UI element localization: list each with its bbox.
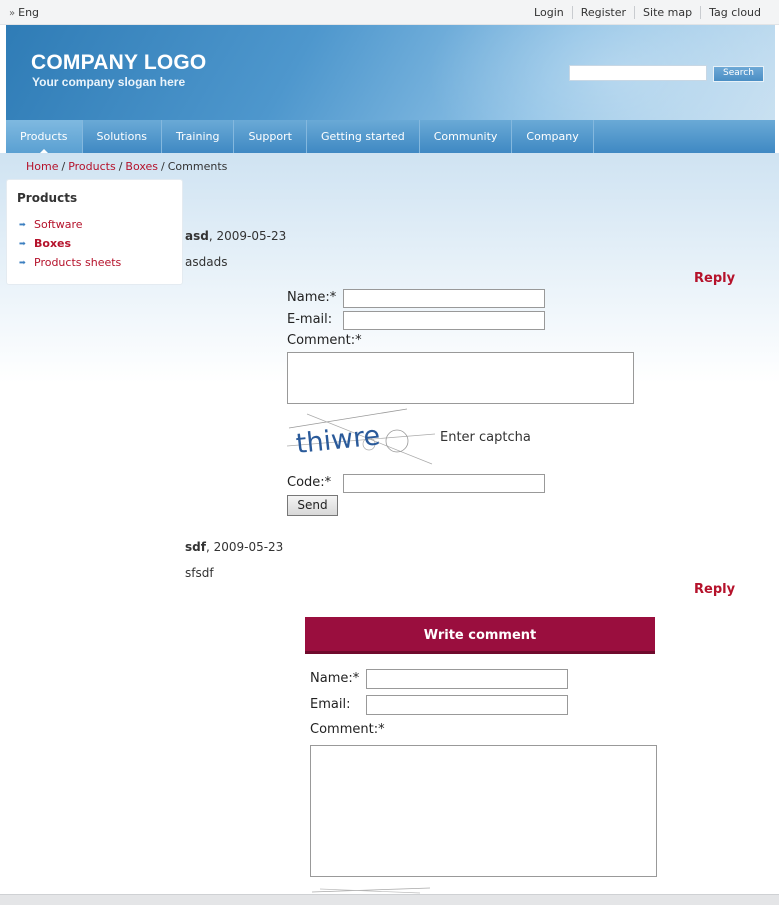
write-name-label: Name:* — [310, 671, 360, 686]
captcha-image-partial — [311, 887, 431, 894]
search-input[interactable] — [569, 65, 707, 81]
sidebar-link-products-sheets[interactable]: Products sheets — [34, 256, 121, 269]
language-selector[interactable]: » Eng — [9, 6, 39, 19]
sidebar-item-products-sheets: ➡ Products sheets — [19, 253, 121, 272]
write-name-field[interactable] — [366, 669, 568, 689]
comment-author: asd — [185, 229, 209, 243]
comment-date: , 2009-05-23 — [205, 540, 284, 554]
breadcrumb-separator: / — [161, 160, 165, 173]
reply-comment-textarea[interactable] — [287, 352, 634, 404]
bullet-arrow-icon: ➡ — [19, 220, 26, 229]
nav-item-solutions[interactable]: Solutions — [83, 120, 163, 153]
captcha-code-field[interactable] — [343, 474, 545, 493]
reply-email-field[interactable] — [343, 311, 545, 330]
reply-link[interactable]: Reply — [694, 271, 735, 286]
captcha-code-label: Code:* — [287, 475, 332, 490]
comment-header: sdf, 2009-05-23 — [185, 540, 283, 554]
sidebar-link-software[interactable]: Software — [34, 218, 83, 231]
write-email-label: Email: — [310, 697, 351, 712]
sidebar-link-boxes[interactable]: Boxes — [34, 237, 71, 250]
sidebar-item-software: ➡ Software — [19, 215, 121, 234]
comment-text: sfsdf — [185, 566, 214, 580]
breadcrumb-separator: / — [61, 160, 66, 173]
nav-item-training[interactable]: Training — [162, 120, 235, 153]
breadcrumb-boxes[interactable]: Boxes — [125, 160, 158, 173]
search-button[interactable]: Search — [713, 66, 764, 82]
write-comment-header: Write comment — [305, 617, 655, 654]
sidebar: Products ➡ Software ➡ Boxes ➡ Products s… — [6, 179, 183, 285]
top-bar: » Eng Login Register Site map Tag cloud — [0, 0, 779, 25]
captcha-prompt: Enter captcha — [440, 430, 531, 445]
comment-header: asd, 2009-05-23 — [185, 229, 286, 243]
sidebar-list: ➡ Software ➡ Boxes ➡ Products sheets — [19, 215, 121, 272]
nav-item-products[interactable]: Products — [6, 120, 83, 153]
breadcrumb-products[interactable]: Products — [68, 160, 116, 173]
site-header: COMPANY LOGO Your company slogan here Se… — [6, 25, 775, 120]
reply-name-field[interactable] — [343, 289, 545, 308]
write-comment-label: Comment:* — [310, 722, 385, 737]
company-slogan: Your company slogan here — [32, 75, 186, 89]
breadcrumb: Home / Products / Boxes / Comments — [26, 160, 227, 173]
comment-date: , 2009-05-23 — [208, 229, 287, 243]
captcha-image: thiwre — [287, 408, 436, 465]
write-comment-textarea[interactable] — [310, 745, 657, 877]
bottom-scroll-strip — [0, 894, 779, 905]
breadcrumb-home[interactable]: Home — [26, 160, 58, 173]
sidebar-title: Products — [17, 191, 78, 205]
reply-name-label: Name:* — [287, 290, 337, 305]
nav-item-community[interactable]: Community — [420, 120, 513, 153]
sidebar-item-boxes: ➡ Boxes — [19, 234, 121, 253]
tag-cloud-link[interactable]: Tag cloud — [700, 6, 769, 19]
nav-item-support[interactable]: Support — [234, 120, 307, 153]
breadcrumb-separator: / — [118, 160, 123, 173]
comment-text: asdads — [185, 255, 228, 269]
breadcrumb-current: Comments — [167, 160, 228, 173]
language-label: Eng — [18, 6, 40, 19]
nav-item-company[interactable]: Company — [512, 120, 594, 153]
comment-author: sdf — [185, 540, 206, 554]
main-nav: Products Solutions Training Support Gett… — [6, 120, 775, 153]
company-logo[interactable]: COMPANY LOGO — [31, 51, 206, 75]
captcha-text: thiwre — [294, 420, 381, 460]
bullet-arrow-icon: ➡ — [19, 239, 26, 248]
top-links: Login Register Site map Tag cloud — [526, 6, 769, 19]
site-map-link[interactable]: Site map — [634, 6, 700, 19]
send-button[interactable]: Send — [287, 495, 338, 516]
reply-comment-label: Comment:* — [287, 333, 362, 348]
double-chevron-right-icon: » — [9, 8, 16, 19]
bullet-arrow-icon: ➡ — [19, 258, 26, 267]
reply-email-label: E-mail: — [287, 312, 333, 327]
nav-item-getting-started[interactable]: Getting started — [307, 120, 420, 153]
register-link[interactable]: Register — [571, 6, 634, 19]
login-link[interactable]: Login — [526, 6, 572, 19]
write-email-field[interactable] — [366, 695, 568, 715]
reply-link[interactable]: Reply — [694, 582, 735, 597]
